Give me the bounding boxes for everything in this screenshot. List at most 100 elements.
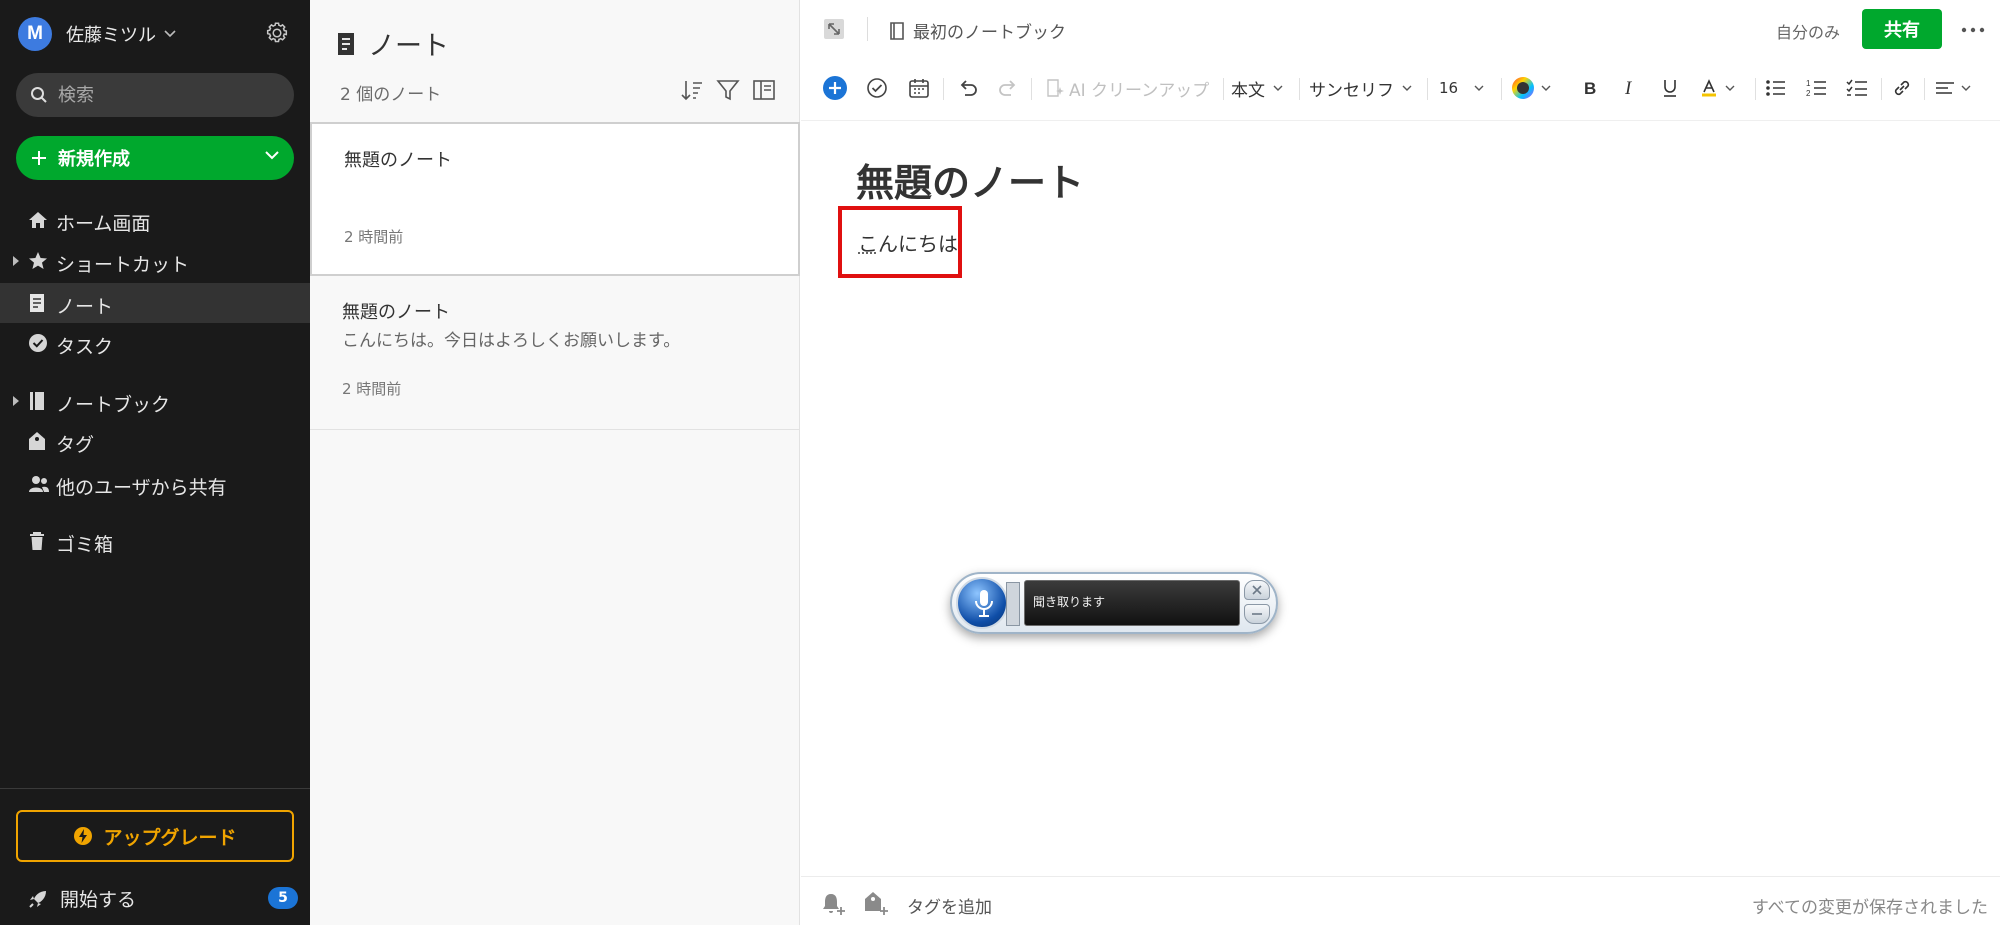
sidebar-item-trash[interactable]: ゴミ箱 bbox=[0, 521, 310, 561]
notebook-name: 最初のノートブック bbox=[913, 23, 1066, 43]
tag-icon bbox=[28, 431, 46, 451]
sidebar-item-shared[interactable]: 他のユーザから共有 bbox=[0, 464, 310, 504]
search-icon bbox=[30, 86, 48, 104]
save-status: すべての変更が保存されました bbox=[1751, 898, 1988, 918]
minimize-icon bbox=[1252, 613, 1262, 615]
divider bbox=[1223, 78, 1224, 100]
reminder-bell-icon[interactable] bbox=[821, 891, 847, 915]
formatting-toolbar: AI クリーンアップ 本文 サンセリフ 16 B I 1 2 bbox=[801, 68, 2000, 108]
close-icon bbox=[1252, 585, 1262, 595]
note-item-snippet: こんにちは。今日はよろしくお願いします。 bbox=[342, 331, 681, 351]
trash-icon bbox=[28, 531, 46, 551]
sidebar-item-shortcuts[interactable]: ショートカット bbox=[0, 241, 310, 281]
search-input[interactable] bbox=[58, 84, 278, 106]
paragraph-style-select[interactable]: 本文 bbox=[1231, 68, 1283, 108]
note-item-title: 無題のノート bbox=[342, 302, 450, 323]
bullet-list-icon[interactable] bbox=[1765, 68, 1787, 108]
more-icon[interactable] bbox=[1961, 27, 1985, 33]
highlighter-icon bbox=[1699, 78, 1719, 98]
new-note-button[interactable]: 新規作成 bbox=[16, 136, 294, 180]
insert-icon[interactable] bbox=[823, 68, 847, 108]
italic-icon[interactable]: I bbox=[1621, 68, 1639, 108]
filter-icon[interactable] bbox=[716, 78, 740, 102]
highlight-select[interactable] bbox=[1699, 68, 1735, 108]
highlight-annotation-box bbox=[838, 206, 962, 278]
chevron-down-icon bbox=[1273, 85, 1283, 91]
note-list-item[interactable]: 無題のノート こんにちは。今日はよろしくお願いします。 2 時間前 bbox=[310, 276, 800, 430]
note-count: 2 個のノート bbox=[340, 85, 442, 105]
notebook-icon bbox=[28, 391, 46, 411]
editor-header: 最初のノートブック 自分のみ 共有 bbox=[801, 0, 2000, 58]
upgrade-button[interactable]: アップグレード bbox=[16, 810, 294, 862]
alignment-select[interactable] bbox=[1935, 68, 1971, 108]
add-tag-label[interactable]: タグを追加 bbox=[907, 893, 992, 918]
divider bbox=[801, 120, 2000, 121]
sidebar-item-home[interactable]: ホーム画面 bbox=[0, 200, 310, 240]
note-list-item[interactable]: 無題のノート 2 時間前 bbox=[310, 122, 800, 276]
divider bbox=[943, 78, 944, 100]
visibility-label[interactable]: 自分のみ bbox=[1776, 19, 1840, 43]
microphone-button[interactable] bbox=[956, 577, 1008, 629]
speech-recognition-widget[interactable]: 聞き取ります bbox=[950, 572, 1278, 634]
gear-icon[interactable] bbox=[264, 20, 290, 46]
sidebar-item-tasks[interactable]: タスク bbox=[0, 323, 310, 363]
font-family-select[interactable]: サンセリフ bbox=[1309, 68, 1412, 108]
font-size-select[interactable]: 16 bbox=[1439, 68, 1484, 108]
divider bbox=[867, 17, 868, 41]
divider bbox=[1501, 78, 1502, 100]
paragraph-style-value: 本文 bbox=[1231, 80, 1265, 101]
ai-cleanup-button[interactable]: AI クリーンアップ bbox=[1045, 68, 1209, 108]
note-title[interactable]: 無題のノート bbox=[856, 152, 1084, 207]
sidebar-item-label: ホーム画面 bbox=[56, 213, 151, 235]
calendar-icon[interactable] bbox=[908, 68, 930, 108]
undo-icon[interactable] bbox=[957, 68, 979, 108]
sidebar-divider bbox=[0, 788, 310, 789]
sidebar-item-label: 他のユーザから共有 bbox=[56, 477, 227, 499]
getting-started-link[interactable]: 開始する bbox=[28, 885, 136, 912]
speech-close-button[interactable] bbox=[1244, 580, 1270, 600]
note-list-tools bbox=[680, 78, 776, 102]
account-menu[interactable]: M 佐藤ミツル bbox=[18, 16, 176, 52]
sidebar-item-tags[interactable]: タグ bbox=[0, 421, 310, 461]
speech-status-display: 聞き取ります bbox=[1024, 580, 1240, 626]
caret-right-icon[interactable] bbox=[12, 256, 20, 266]
plus-icon bbox=[30, 149, 48, 167]
sidebar-item-label: ノートブック bbox=[56, 394, 171, 416]
checklist-icon[interactable] bbox=[1846, 68, 1868, 108]
sidebar-item-label: タスク bbox=[56, 336, 114, 358]
chevron-down-icon[interactable] bbox=[264, 150, 280, 160]
task-icon[interactable] bbox=[866, 68, 888, 108]
link-icon[interactable] bbox=[1891, 68, 1913, 108]
numbered-list-icon[interactable]: 12 bbox=[1806, 68, 1828, 108]
redo-icon[interactable] bbox=[997, 68, 1019, 108]
chevron-down-icon bbox=[1961, 85, 1971, 91]
text-color-select[interactable] bbox=[1511, 68, 1551, 108]
speech-minimize-button[interactable] bbox=[1244, 604, 1270, 624]
layout-icon[interactable] bbox=[752, 78, 776, 102]
ai-cleanup-label: AI クリーンアップ bbox=[1069, 80, 1210, 101]
search-box[interactable] bbox=[16, 73, 294, 117]
share-button[interactable]: 共有 bbox=[1862, 9, 1942, 49]
home-icon bbox=[28, 210, 48, 230]
chevron-down-icon bbox=[1725, 85, 1735, 91]
expand-icon[interactable] bbox=[823, 18, 845, 40]
note-list-header: ノート bbox=[336, 24, 449, 63]
chevron-down-icon bbox=[1402, 85, 1412, 91]
sort-icon[interactable] bbox=[680, 78, 704, 102]
bold-icon[interactable]: B bbox=[1581, 68, 1599, 108]
sidebar-item-label: ショートカット bbox=[56, 254, 190, 276]
caret-right-icon[interactable] bbox=[12, 396, 20, 406]
sidebar-item-label: タグ bbox=[56, 434, 95, 456]
star-icon bbox=[28, 251, 48, 271]
note-item-title: 無題のノート bbox=[344, 150, 452, 171]
check-circle-icon bbox=[28, 333, 48, 353]
add-tag-icon[interactable] bbox=[864, 891, 890, 915]
note-editor: 最初のノートブック 自分のみ 共有 AI クリーンアップ 本文 サンセリフ 16… bbox=[801, 0, 2000, 925]
sidebar-item-notes[interactable]: ノート bbox=[0, 283, 310, 323]
color-wheel-icon bbox=[1511, 76, 1535, 100]
notebook-breadcrumb[interactable]: 最初のノートブック bbox=[889, 18, 1066, 43]
avatar: M bbox=[18, 17, 52, 51]
sidebar-item-notebooks[interactable]: ノートブック bbox=[0, 381, 310, 421]
underline-icon[interactable] bbox=[1661, 68, 1679, 108]
sidebar: M 佐藤ミツル 新規作成 ホーム画面 ショー bbox=[0, 0, 310, 925]
